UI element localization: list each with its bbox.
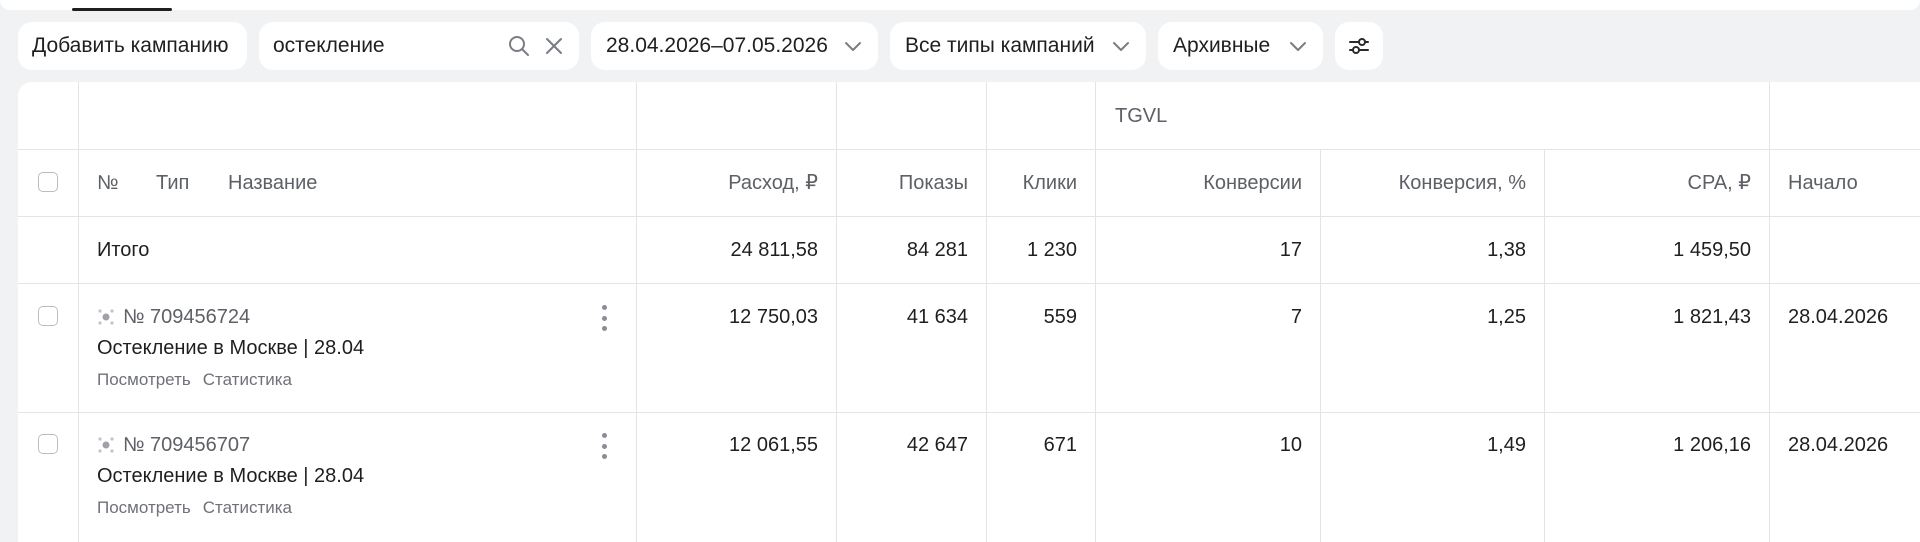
more-actions-icon[interactable] bbox=[601, 433, 607, 459]
cell-spend: 12 061,55 bbox=[729, 434, 818, 456]
campaign-links: Посмотреть Статистика bbox=[97, 370, 292, 390]
search-box[interactable] bbox=[259, 22, 579, 70]
row-divider bbox=[18, 149, 1920, 150]
archive-value: Архивные bbox=[1173, 34, 1271, 57]
row-divider bbox=[18, 412, 1920, 413]
archive-select[interactable]: Архивные bbox=[1158, 22, 1323, 70]
cell-conversions: 10 bbox=[1279, 434, 1302, 456]
cell-conversion-rate: 1,49 bbox=[1487, 434, 1526, 456]
more-actions-icon[interactable] bbox=[601, 305, 607, 331]
column-header-impressions[interactable]: Показы bbox=[836, 171, 968, 195]
clear-icon[interactable] bbox=[543, 35, 565, 57]
total-conversion-rate: 1,38 bbox=[1487, 239, 1526, 261]
campaign-type-icon bbox=[98, 309, 114, 325]
column-divider bbox=[1320, 149, 1321, 542]
group-header-tgvl: TGVL bbox=[1115, 105, 1168, 127]
statistics-link[interactable]: Статистика bbox=[203, 498, 292, 518]
search-input[interactable] bbox=[273, 34, 493, 58]
column-header-num[interactable]: № bbox=[97, 171, 118, 195]
view-link[interactable]: Посмотреть bbox=[97, 370, 191, 390]
column-header-conversion-rate[interactable]: Конверсия, % bbox=[1320, 171, 1526, 195]
row-checkbox[interactable] bbox=[38, 434, 58, 454]
campaign-types-value: Все типы кампаний bbox=[905, 34, 1095, 57]
cell-start-date: 28.04.2026 bbox=[1788, 434, 1889, 456]
row-checkbox[interactable] bbox=[38, 306, 58, 326]
cell-cpa: 1 821,43 bbox=[1673, 306, 1751, 328]
campaign-id-text: № 709456707 bbox=[123, 434, 251, 456]
column-header-spend[interactable]: Расход, ₽ bbox=[636, 171, 818, 195]
campaign-name: Остекление в Москве | 28.04 bbox=[97, 465, 365, 487]
chevron-down-icon bbox=[845, 42, 861, 51]
campaign-type-icon bbox=[98, 437, 114, 453]
active-tab-indicator bbox=[72, 8, 172, 11]
date-range-value: 28.04.2026–07.05.2026 bbox=[606, 34, 828, 57]
chevron-down-icon bbox=[1290, 42, 1306, 51]
total-label: Итого bbox=[97, 239, 150, 261]
cell-impressions: 41 634 bbox=[906, 306, 968, 328]
column-divider bbox=[78, 82, 79, 542]
total-spend: 24 811,58 bbox=[730, 239, 819, 261]
campaign-links: Посмотреть Статистика bbox=[97, 498, 292, 518]
view-link[interactable]: Посмотреть bbox=[97, 498, 191, 518]
cell-cpa: 1 206,16 bbox=[1673, 434, 1751, 456]
row-divider bbox=[18, 216, 1920, 217]
filter-settings-button[interactable] bbox=[1335, 22, 1383, 70]
add-campaign-label: Добавить кампанию bbox=[32, 34, 229, 57]
add-campaign-button[interactable]: Добавить кампанию bbox=[18, 22, 247, 70]
tab-bar bbox=[0, 0, 1920, 10]
campaign-id-text: № 709456724 bbox=[123, 306, 251, 328]
cell-clicks: 559 bbox=[1043, 306, 1077, 328]
top-tab-strip bbox=[0, 0, 1920, 12]
column-header-conversions[interactable]: Конверсии bbox=[1095, 171, 1302, 195]
date-range-select[interactable]: 28.04.2026–07.05.2026 bbox=[591, 22, 878, 70]
campaign-id[interactable]: № 709456724 bbox=[97, 305, 250, 329]
cell-impressions: 42 647 bbox=[906, 434, 968, 456]
toolbar: Добавить кампанию 28.04.2026–07.05.2026 … bbox=[18, 22, 1383, 70]
row-divider bbox=[18, 283, 1920, 284]
total-conversions: 17 bbox=[1279, 239, 1302, 261]
statistics-link[interactable]: Статистика bbox=[203, 370, 292, 390]
column-header-name[interactable]: Название bbox=[228, 171, 317, 195]
total-cpa: 1 459,50 bbox=[1673, 239, 1751, 261]
column-header-type[interactable]: Тип bbox=[156, 171, 189, 195]
cell-spend: 12 750,03 bbox=[729, 306, 818, 328]
campaign-id[interactable]: № 709456707 bbox=[97, 433, 250, 457]
cell-conversion-rate: 1,25 bbox=[1487, 306, 1526, 328]
total-clicks: 1 230 bbox=[1026, 239, 1077, 261]
cell-conversions: 7 bbox=[1290, 306, 1302, 328]
column-header-start[interactable]: Начало bbox=[1788, 171, 1858, 195]
column-divider bbox=[1544, 149, 1545, 542]
chevron-down-icon bbox=[1113, 42, 1129, 51]
total-impressions: 84 281 bbox=[906, 239, 968, 261]
cell-clicks: 671 bbox=[1043, 434, 1077, 456]
column-header-cpa[interactable]: CPA, ₽ bbox=[1544, 171, 1751, 195]
sliders-icon bbox=[1349, 38, 1369, 54]
cell-start-date: 28.04.2026 bbox=[1788, 306, 1889, 328]
search-icon[interactable] bbox=[507, 34, 531, 58]
campaign-types-select[interactable]: Все типы кампаний bbox=[890, 22, 1146, 70]
campaign-name: Остекление в Москве | 28.04 bbox=[97, 337, 365, 359]
column-divider bbox=[1769, 82, 1770, 542]
select-all-checkbox[interactable] bbox=[38, 172, 58, 192]
campaigns-table: TGVL № Тип Название Расход, ₽ Показы Кли… bbox=[18, 82, 1920, 542]
column-header-clicks[interactable]: Клики bbox=[986, 171, 1077, 195]
